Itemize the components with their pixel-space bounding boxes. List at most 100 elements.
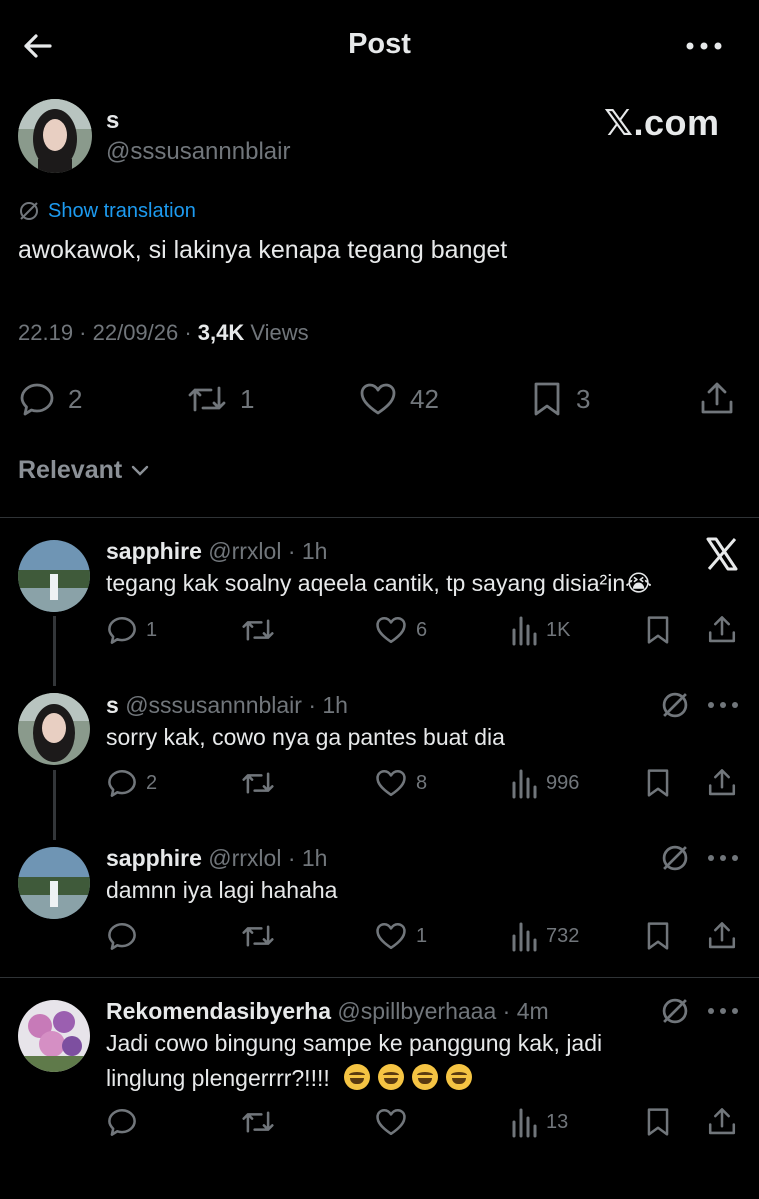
share-button[interactable] — [706, 767, 738, 799]
rofl-emoji-icon — [446, 1064, 473, 1090]
reply-button[interactable]: 1 — [106, 614, 157, 646]
like-count: 6 — [416, 618, 428, 641]
reply-header: sapphire @rrxlol · 1h — [106, 845, 327, 872]
like-count: 8 — [416, 771, 428, 794]
reply-author-handle[interactable]: @rrxlol · 1h — [208, 845, 327, 871]
reply-button[interactable]: 2 — [18, 380, 82, 418]
share-icon — [698, 380, 736, 418]
more-icon[interactable] — [706, 695, 740, 715]
reply-author-name[interactable]: Rekomendasibyerha — [106, 998, 331, 1024]
views-icon — [510, 614, 538, 646]
views-label: Views — [244, 320, 309, 345]
post-meta: 22.19 · 22/09/26 · 3,4K Views — [18, 320, 309, 346]
views-count: 3,4K — [197, 320, 245, 345]
bookmark-icon — [530, 380, 564, 418]
like-count: 42 — [410, 383, 439, 414]
retweet-button[interactable] — [240, 614, 276, 646]
views-button[interactable]: 13 — [510, 1106, 568, 1138]
reply-author-handle[interactable]: @rrxlol · 1h — [208, 538, 327, 564]
reply-count: 2 — [68, 383, 83, 414]
like-icon — [358, 380, 398, 418]
reply-author-handle[interactable]: @spillbyerhaaa · 4m — [337, 998, 548, 1024]
share-icon — [706, 614, 738, 646]
reply-button[interactable]: 2 — [106, 767, 157, 799]
reply-author-handle[interactable]: @sssusannnblair · 1h — [125, 692, 348, 718]
sort-dropdown[interactable]: Relevant — [18, 456, 150, 485]
reply-header: s @sssusannnblair · 1h — [106, 692, 348, 719]
reply-text: sorry kak, cowo nya ga pantes buat dia — [106, 724, 505, 750]
reply-button[interactable] — [106, 920, 138, 952]
like-icon — [374, 920, 408, 952]
more-icon[interactable] — [684, 28, 724, 64]
like-button[interactable]: 8 — [374, 767, 427, 799]
author-handle[interactable]: @sssusannnblair — [106, 138, 290, 166]
share-button[interactable] — [706, 920, 738, 952]
avatar[interactable] — [18, 847, 90, 919]
post-time[interactable]: 22.19 · 22/09/26 · — [18, 320, 198, 345]
views-count: 732 — [546, 924, 580, 947]
reply-button[interactable] — [106, 1106, 138, 1138]
avatar[interactable] — [18, 1000, 90, 1072]
post-text: awokawok, si lakinya kenapa tegang bange… — [18, 236, 508, 264]
thread-line — [53, 770, 56, 840]
divider — [0, 517, 759, 518]
reply-header: Rekomendasibyerha @spillbyerhaaa · 4m — [106, 998, 549, 1025]
chevron-down-icon — [130, 464, 150, 478]
translate-icon[interactable] — [660, 843, 690, 873]
reply-author-name[interactable]: sapphire — [106, 845, 202, 871]
share-icon — [706, 767, 738, 799]
like-button[interactable] — [374, 1106, 408, 1138]
reply-count: 1 — [146, 618, 158, 641]
reply-text: damnn iya lagi hahaha — [106, 877, 338, 903]
bookmark-button[interactable] — [644, 767, 672, 799]
translate-icon[interactable] — [660, 690, 690, 720]
like-button[interactable]: 1 — [374, 920, 427, 952]
more-icon[interactable] — [706, 1001, 740, 1021]
reply-icon — [106, 614, 138, 646]
rofl-emoji-icon — [378, 1064, 405, 1090]
avatar[interactable] — [18, 693, 90, 765]
reply-author-name[interactable]: s — [106, 692, 119, 718]
views-count: 13 — [546, 1110, 569, 1133]
views-count: 1K — [546, 618, 571, 641]
sort-label: Relevant — [18, 456, 123, 484]
like-icon — [374, 767, 408, 799]
retweet-button[interactable] — [240, 767, 276, 799]
translate-icon[interactable] — [660, 996, 690, 1026]
show-translation-link[interactable]: Show translation — [18, 197, 196, 225]
views-icon — [510, 920, 538, 952]
avatar[interactable] — [18, 99, 92, 173]
views-button[interactable]: 996 — [510, 767, 579, 799]
bookmark-button[interactable] — [644, 1106, 672, 1138]
reply-icon — [106, 920, 138, 952]
bookmark-button[interactable]: 3 — [530, 380, 590, 418]
like-icon — [374, 614, 408, 646]
share-button[interactable] — [706, 1106, 738, 1138]
reply-text-line: Jadi cowo bingung sampe ke panggung kak,… — [106, 1030, 603, 1056]
share-button[interactable] — [698, 380, 736, 418]
bookmark-icon — [644, 767, 672, 799]
bookmark-button[interactable] — [644, 920, 672, 952]
views-button[interactable]: 732 — [510, 920, 579, 952]
author-name[interactable]: s — [106, 107, 119, 135]
reply-text: Jadi cowo bingung sampe ke panggung kak,… — [106, 1026, 696, 1096]
retweet-icon — [240, 920, 276, 952]
like-button[interactable]: 42 — [358, 380, 439, 418]
retweet-button[interactable]: 1 — [186, 380, 254, 418]
avatar[interactable] — [18, 540, 90, 612]
retweet-button[interactable] — [240, 1106, 276, 1138]
thread-line — [53, 616, 56, 686]
reply-count: 2 — [146, 771, 158, 794]
reply-author-name[interactable]: sapphire — [106, 538, 202, 564]
views-button[interactable]: 1K — [510, 614, 570, 646]
more-icon[interactable] — [706, 848, 740, 868]
watermark: 𝕏.com — [604, 102, 720, 143]
reply-text-fragment: linglung plengerrrr?!!!! — [106, 1065, 337, 1091]
retweet-icon — [240, 1106, 276, 1138]
translate-icon — [18, 200, 40, 222]
bookmark-icon — [644, 1106, 672, 1138]
retweet-button[interactable] — [240, 920, 276, 952]
bookmark-button[interactable] — [644, 614, 672, 646]
like-button[interactable]: 6 — [374, 614, 427, 646]
share-button[interactable] — [706, 614, 738, 646]
